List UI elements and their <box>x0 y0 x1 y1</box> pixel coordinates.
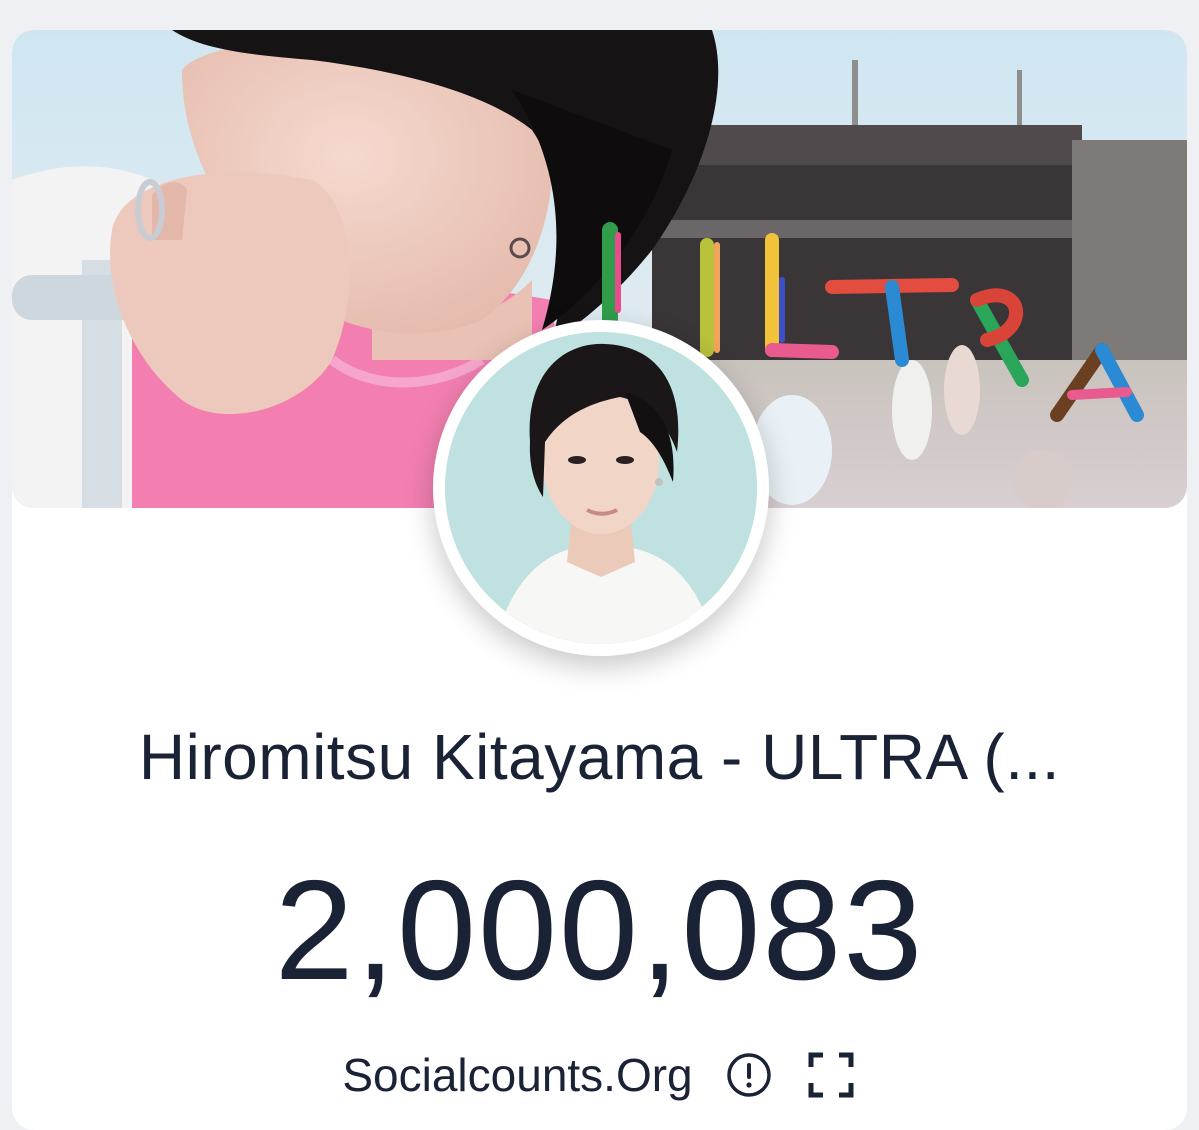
footer: Socialcounts.Org <box>12 1048 1187 1102</box>
info-circle-icon[interactable] <box>723 1049 775 1101</box>
counter-card: Hiromitsu Kitayama - ULTRA (... 2,000,08… <box>12 30 1187 1130</box>
avatar-image <box>445 332 757 644</box>
fullscreen-icon[interactable] <box>805 1049 857 1101</box>
video-title: Hiromitsu Kitayama - ULTRA (... <box>138 721 1061 793</box>
brand-label: Socialcounts.Org <box>342 1049 693 1101</box>
avatar <box>433 320 769 656</box>
view-count: 2,000,083 <box>274 851 925 1010</box>
